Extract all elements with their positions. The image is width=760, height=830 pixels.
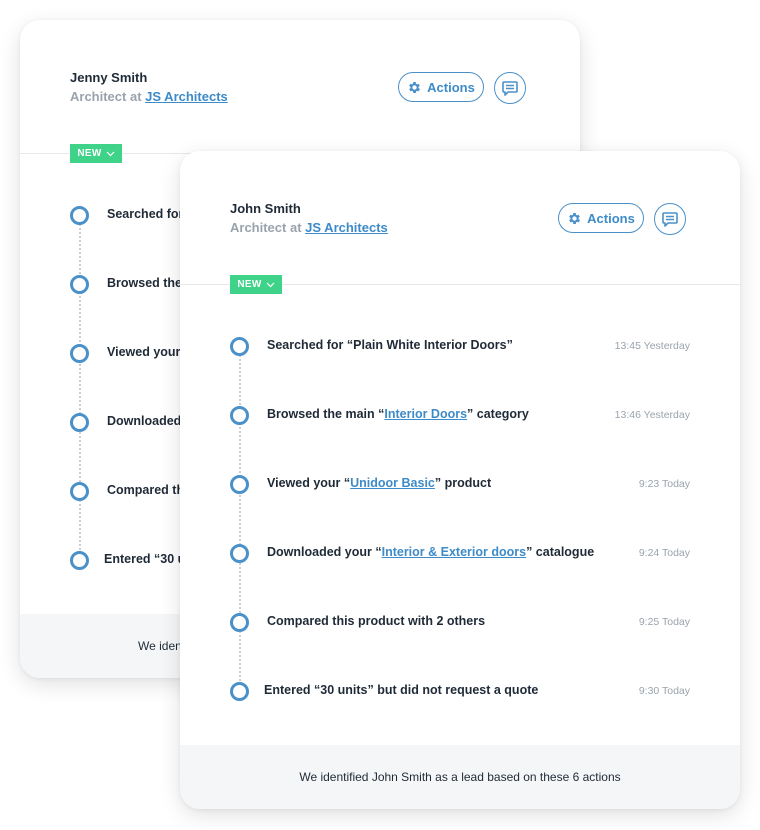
catalogue-link[interactable]: Interior & Exterior doors xyxy=(382,545,526,559)
gear-icon xyxy=(569,212,581,224)
lead-card-john: John Smith Architect at JS Architects Ac… xyxy=(180,151,740,809)
timeline-text-part: Downloaded your “ xyxy=(267,545,382,559)
product-link[interactable]: Unidoor Basic xyxy=(350,476,435,490)
company-link[interactable]: JS Architects xyxy=(305,220,388,235)
lead-name: Jenny Smith xyxy=(70,70,148,85)
status-badge[interactable]: NEW xyxy=(230,275,282,294)
timeline-text: Downloaded xyxy=(107,414,182,428)
timeline-text-part: Compared this product with 2 others xyxy=(267,614,486,628)
gear-icon xyxy=(409,81,421,93)
role-prefix: Architect at xyxy=(70,89,142,104)
timeline-text: Searched for “Plain White Interior Doors… xyxy=(267,338,513,352)
timeline-item: Compared this product with 2 others 9:25… xyxy=(230,613,690,633)
timeline-text: Browsed the xyxy=(107,276,183,290)
timeline-timestamp: 9:23 Today xyxy=(638,478,690,490)
message-button[interactable] xyxy=(654,203,686,235)
timeline-dot xyxy=(70,275,89,294)
timeline-item: Browsed the main “Interior Doors” catego… xyxy=(230,406,690,426)
lead-role: Architect at JS Architects xyxy=(70,88,228,106)
timeline-text-part: Entered “30 units” but did not request a… xyxy=(264,683,539,697)
role-prefix: Architect at xyxy=(230,220,302,235)
chevron-down-icon xyxy=(106,151,115,156)
timeline-timestamp: 9:30 Today xyxy=(638,685,690,697)
category-link[interactable]: Interior Doors xyxy=(384,407,467,421)
timeline-dot xyxy=(70,482,89,501)
actions-label: Actions xyxy=(427,79,475,95)
footer-text: We identified John Smith as a lead based… xyxy=(299,770,621,784)
timeline-text-part: ” catalogue xyxy=(526,545,595,559)
timeline-dot xyxy=(70,344,89,363)
timeline-connector xyxy=(239,355,241,685)
actions-button[interactable]: Actions xyxy=(398,72,484,102)
timeline-timestamp: 9:24 Today xyxy=(638,547,690,559)
timeline-text-part: ” category xyxy=(467,407,529,421)
status-badge[interactable]: NEW xyxy=(70,144,122,163)
timeline-dot xyxy=(230,406,249,425)
badge-label: NEW xyxy=(77,148,102,159)
timeline-dot xyxy=(70,413,89,432)
timeline-dot xyxy=(70,206,89,225)
timeline-text: Entered “30 u xyxy=(104,552,186,566)
lead-summary-footer: We identified John Smith as a lead based… xyxy=(180,745,740,809)
timeline-item: Searched for “Plain White Interior Doors… xyxy=(230,337,690,357)
timeline-text: Browsed the main “Interior Doors” catego… xyxy=(267,407,529,421)
timeline-dot xyxy=(230,475,249,494)
chevron-down-icon xyxy=(266,282,275,287)
message-button[interactable] xyxy=(494,72,526,104)
timeline-dot xyxy=(230,613,249,632)
timeline-timestamp: 13:45 Yesterday xyxy=(614,340,690,352)
timeline-text-part: Viewed your “ xyxy=(267,476,351,490)
chat-bubble-icon xyxy=(662,211,678,227)
timeline-connector xyxy=(79,224,81,554)
company-link[interactable]: JS Architects xyxy=(145,89,228,104)
chat-bubble-icon xyxy=(502,80,518,96)
timeline-item: Entered “30 units” but did not request a… xyxy=(230,682,690,702)
timeline-dot xyxy=(230,682,249,701)
lead-name: John Smith xyxy=(230,201,301,216)
timeline-text: Compared this product with 2 others xyxy=(267,614,485,628)
timeline-text-part: Browsed the main “ xyxy=(267,407,385,421)
timeline-text-part: ” product xyxy=(434,476,492,490)
timeline-dot xyxy=(70,551,89,570)
timeline-timestamp: 13:46 Yesterday xyxy=(614,409,690,421)
timeline-text: Downloaded your “Interior & Exterior doo… xyxy=(267,545,594,559)
actions-label: Actions xyxy=(587,210,635,226)
timeline-text: Entered “30 units” but did not request a… xyxy=(264,683,538,697)
actions-button[interactable]: Actions xyxy=(558,203,644,233)
badge-label: NEW xyxy=(237,279,262,290)
timeline-item: Downloaded your “Interior & Exterior doo… xyxy=(230,544,690,564)
timeline-text: Compared th xyxy=(107,483,185,497)
lead-header: John Smith Architect at JS Architects xyxy=(230,201,388,237)
timeline-text-part: Searched for “Plain White Interior Doors… xyxy=(267,338,513,352)
timeline-text: Viewed your “Unidoor Basic” product xyxy=(267,476,491,490)
footer-text: We iden xyxy=(138,639,182,653)
timeline-dot xyxy=(230,544,249,563)
timeline-timestamp: 9:25 Today xyxy=(638,616,690,628)
timeline-text: Searched for xyxy=(107,207,184,221)
timeline-item: Viewed your “Unidoor Basic” product 9:23… xyxy=(230,475,690,495)
lead-header: Jenny Smith Architect at JS Architects xyxy=(70,70,228,106)
timeline-dot xyxy=(230,337,249,356)
timeline-text: Viewed your xyxy=(107,345,181,359)
lead-role: Architect at JS Architects xyxy=(230,219,388,237)
